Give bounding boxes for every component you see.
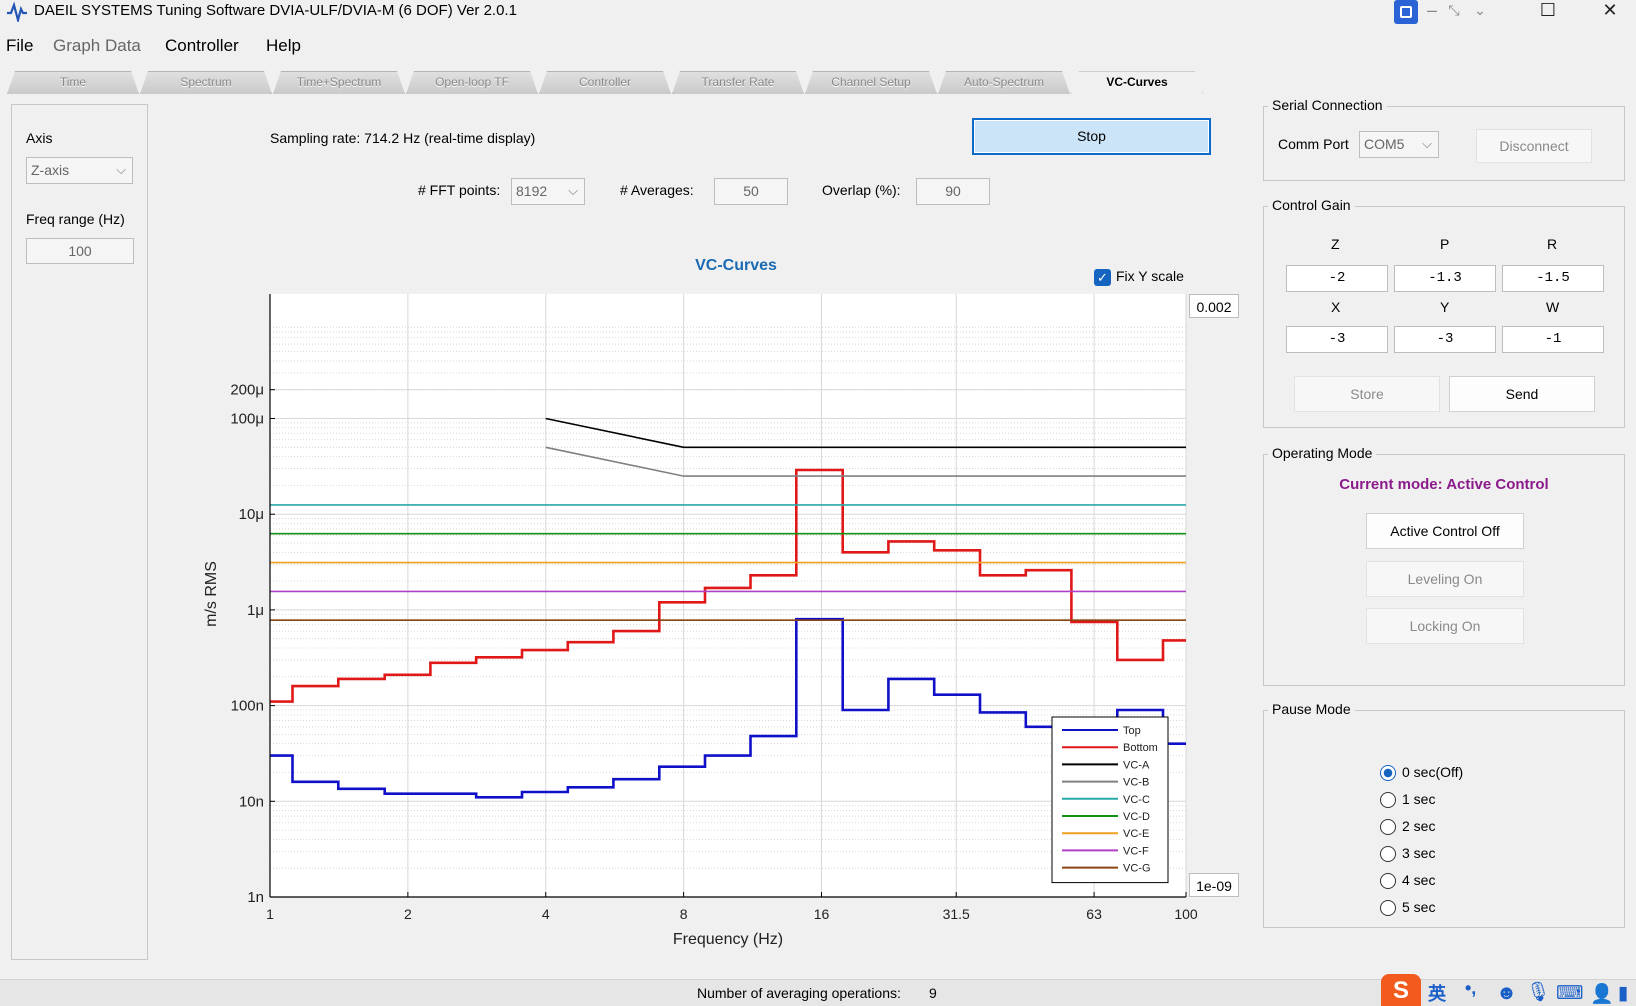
pause-option-label: 1 sec [1402, 791, 1436, 807]
comm-port-value: COM5 [1364, 136, 1405, 152]
pause-radio-5[interactable] [1380, 900, 1396, 916]
send-button[interactable]: Send [1449, 376, 1595, 412]
leveling-on-button[interactable]: Leveling On [1366, 561, 1524, 597]
pause-option-label: 3 sec [1402, 845, 1436, 861]
comm-port-select[interactable]: COM5 ⌵ [1359, 131, 1439, 158]
y-tick-label: 200μ [230, 382, 264, 399]
gain-header-w: W [1546, 299, 1560, 315]
legend-label: VC-D [1123, 811, 1150, 823]
y-tick-label: 100μ [230, 411, 264, 428]
chart-legend: Top Bottom VC-A VC-B VC-C VC-D VC-E VC-F VC-G [1051, 716, 1169, 884]
comm-port-label: Comm Port [1278, 136, 1349, 152]
x-tick-label: 4 [542, 906, 550, 922]
x-tick-label: 8 [680, 906, 688, 922]
gain-z-field[interactable]: -2 [1286, 265, 1388, 292]
legend-label: VC-F [1123, 845, 1149, 857]
pause-mode-group [1263, 710, 1625, 928]
pause-radio-2[interactable] [1380, 819, 1396, 835]
gain-x-field[interactable]: -3 [1286, 326, 1388, 353]
store-button[interactable]: Store [1294, 376, 1440, 412]
y-axis-label: m/s RMS [203, 561, 220, 627]
gain-header-r: R [1547, 236, 1558, 252]
x-tick-label: 2 [404, 906, 412, 922]
microphone-icon[interactable]: 🎙 [1526, 980, 1550, 1004]
active-control-off-button[interactable]: Active Control Off [1366, 513, 1524, 549]
disconnect-button[interactable]: Disconnect [1476, 129, 1592, 163]
y-tick-label: 1μ [247, 602, 264, 619]
locking-on-button[interactable]: Locking On [1366, 608, 1524, 644]
tray-more-icon[interactable]: ▮ [1618, 982, 1628, 1005]
y-tick-label: 10n [239, 793, 264, 810]
x-tick-label: 100 [1174, 906, 1198, 922]
gain-p-field[interactable]: -1.3 [1394, 265, 1496, 292]
pause-option-label: 0 sec(Off) [1402, 764, 1464, 780]
y-tick-label: 100n [231, 698, 264, 715]
user-icon[interactable]: 👤 [1590, 982, 1614, 1006]
legend-label: VC-B [1123, 777, 1149, 789]
legend-label: VC-G [1123, 863, 1151, 875]
gain-w-field[interactable]: -1 [1502, 326, 1604, 353]
pause-radio-4[interactable] [1380, 873, 1396, 889]
ime-punctuation-indicator[interactable]: •, [1465, 978, 1476, 999]
x-tick-label: 31.5 [943, 906, 970, 922]
legend-label: Top [1123, 725, 1141, 737]
gain-header-p: P [1440, 236, 1450, 252]
legend-label: VC-C [1123, 794, 1150, 806]
chevron-down-icon: ⌵ [1422, 136, 1432, 151]
pause-option-label: 2 sec [1402, 818, 1436, 834]
serial-connection-title: Serial Connection [1268, 97, 1387, 113]
x-tick-label: 63 [1086, 906, 1102, 922]
sogou-ime-icon[interactable]: S [1381, 974, 1421, 1006]
gain-header-y: Y [1440, 299, 1450, 315]
gain-header-z: Z [1331, 236, 1340, 252]
emoji-icon[interactable]: ☻ [1496, 982, 1517, 1005]
legend-label: VC-A [1123, 759, 1150, 771]
y-tick-label: 1n [247, 889, 264, 906]
gain-y-field[interactable]: -3 [1394, 326, 1496, 353]
pause-option-label: 4 sec [1402, 872, 1436, 888]
x-axis-label: Frequency (Hz) [673, 931, 783, 948]
x-tick-label: 1 [266, 906, 274, 922]
keyboard-icon[interactable]: ⌨ [1556, 982, 1583, 1005]
ime-language-indicator[interactable]: 英 [1428, 980, 1446, 1006]
operating-mode-title: Operating Mode [1268, 445, 1377, 461]
pause-option-label: 5 sec [1402, 899, 1436, 915]
pause-radio-0[interactable] [1380, 765, 1396, 781]
pause-radio-3[interactable] [1380, 846, 1396, 862]
control-gain-title: Control Gain [1268, 197, 1355, 213]
gain-r-field[interactable]: -1.5 [1502, 265, 1604, 292]
legend-label: Bottom [1123, 742, 1158, 754]
legend-label: VC-E [1123, 828, 1149, 840]
averaging-count-value: 9 [929, 985, 937, 1001]
averaging-count-label: Number of averaging operations: [697, 985, 901, 1001]
current-mode-text: Current mode: Active Control [1339, 476, 1549, 493]
pause-mode-title: Pause Mode [1268, 701, 1355, 717]
gain-header-x: X [1331, 299, 1341, 315]
pause-radio-1[interactable] [1380, 792, 1396, 808]
chart-title: VC-Curves [695, 257, 777, 274]
y-tick-label: 10μ [239, 506, 264, 523]
x-tick-label: 16 [814, 906, 830, 922]
